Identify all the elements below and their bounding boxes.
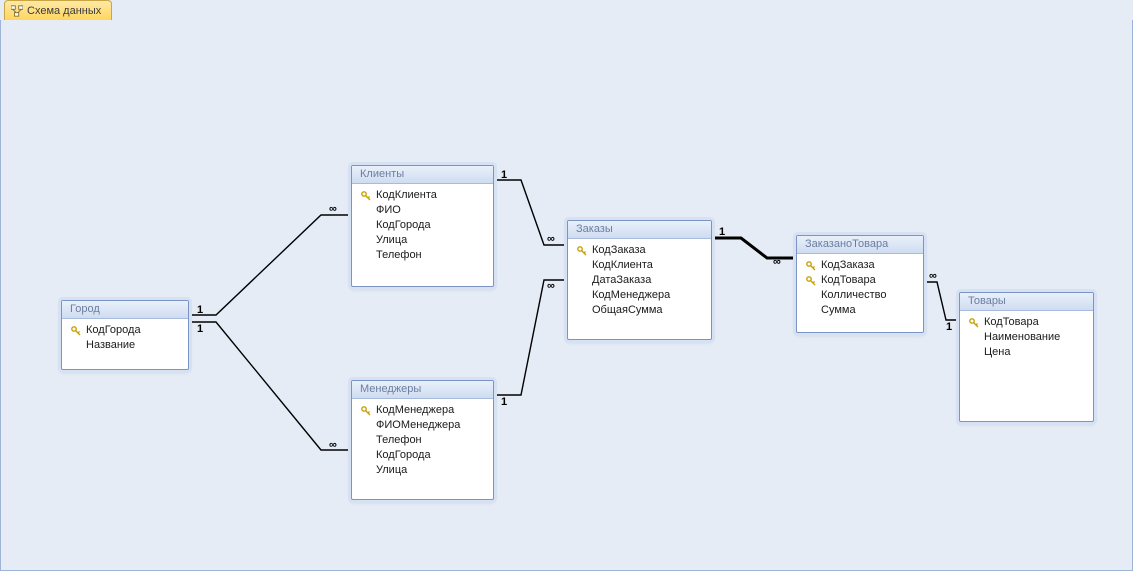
field-name: Телефон: [376, 248, 422, 263]
cardinality-label: 1: [501, 170, 507, 181]
relationship-line[interactable]: [927, 282, 956, 320]
field-row[interactable]: ФИО: [358, 203, 487, 218]
cardinality-label: ∞: [329, 204, 337, 215]
cardinality-label: 1: [197, 324, 203, 335]
field-name: КодГорода: [86, 323, 141, 338]
relationship-line[interactable]: [191, 322, 348, 450]
field-name: КодГорода: [376, 448, 431, 463]
relationship-line[interactable]: [497, 280, 564, 395]
field-list: КодМенеджераФИОМенеджераТелефонКодГорода…: [352, 399, 493, 486]
table-title[interactable]: Заказы: [568, 221, 711, 239]
field-row[interactable]: Сумма: [803, 303, 917, 318]
field-name: Улица: [376, 463, 407, 478]
tab-schema[interactable]: Схема данных: [4, 0, 112, 20]
table-managery[interactable]: МенеджерыКодМенеджераФИОМенеджераТелефон…: [351, 380, 494, 500]
table-title[interactable]: Товары: [960, 293, 1093, 311]
relationship-line[interactable]: [191, 215, 348, 315]
primary-key-icon: [360, 191, 372, 201]
table-klienty[interactable]: КлиентыКодКлиентаФИОКодГородаУлицаТелефо…: [351, 165, 494, 287]
field-row[interactable]: Улица: [358, 233, 487, 248]
field-name: Улица: [376, 233, 407, 248]
field-list: КодКлиентаФИОКодГородаУлицаТелефон: [352, 184, 493, 271]
cardinality-label: 1: [946, 322, 952, 333]
primary-key-icon: [805, 276, 817, 286]
cardinality-label: ∞: [329, 440, 337, 451]
field-row[interactable]: КодКлиента: [358, 188, 487, 203]
field-row[interactable]: Наименование: [966, 330, 1087, 345]
field-row[interactable]: КодМенеджера: [574, 288, 705, 303]
relationship-line[interactable]: [715, 238, 793, 258]
table-title[interactable]: Клиенты: [352, 166, 493, 184]
table-title[interactable]: Менеджеры: [352, 381, 493, 399]
field-row[interactable]: КодКлиента: [574, 258, 705, 273]
field-name: КодКлиента: [376, 188, 437, 203]
field-name: КодТовара: [821, 273, 876, 288]
field-row[interactable]: Цена: [966, 345, 1087, 360]
primary-key-icon: [360, 406, 372, 416]
field-name: Колличество: [821, 288, 887, 303]
field-row[interactable]: КодЗаказа: [574, 243, 705, 258]
tab-bar: Схема данных: [0, 0, 1133, 21]
table-gorod[interactable]: ГородКодГородаНазвание: [61, 300, 189, 370]
field-list: КодЗаказаКодТовараКолличествоСумма: [797, 254, 923, 326]
field-name: КодМенеджера: [376, 403, 454, 418]
cardinality-label: ∞: [547, 281, 555, 292]
table-tovary[interactable]: ТоварыКодТовараНаименованиеЦена: [959, 292, 1094, 422]
field-row[interactable]: Телефон: [358, 248, 487, 263]
field-name: Наименование: [984, 330, 1060, 345]
table-title[interactable]: Город: [62, 301, 188, 319]
field-name: КодКлиента: [592, 258, 653, 273]
field-name: Название: [86, 338, 135, 353]
field-row[interactable]: КодТовара: [966, 315, 1087, 330]
field-row[interactable]: КодГорода: [358, 218, 487, 233]
field-name: КодЗаказа: [821, 258, 875, 273]
cardinality-label: ∞: [547, 234, 555, 245]
cardinality-label: ∞: [773, 257, 781, 268]
field-name: Цена: [984, 345, 1010, 360]
cardinality-label: 1: [197, 305, 203, 316]
field-list: КодТовараНаименованиеЦена: [960, 311, 1093, 368]
field-name: ДатаЗаказа: [592, 273, 651, 288]
tab-label: Схема данных: [27, 5, 101, 17]
cardinality-label: 1: [719, 227, 725, 238]
field-row[interactable]: Название: [68, 338, 182, 353]
cardinality-label: 1: [501, 397, 507, 408]
field-row[interactable]: Улица: [358, 463, 487, 478]
field-row[interactable]: КодЗаказа: [803, 258, 917, 273]
field-row[interactable]: ДатаЗаказа: [574, 273, 705, 288]
field-row[interactable]: КодМенеджера: [358, 403, 487, 418]
field-name: Телефон: [376, 433, 422, 448]
field-row[interactable]: КодГорода: [68, 323, 182, 338]
field-name: ОбщаяСумма: [592, 303, 663, 318]
field-name: КодТовара: [984, 315, 1039, 330]
relationships-icon: [11, 5, 23, 17]
field-row[interactable]: Колличество: [803, 288, 917, 303]
primary-key-icon: [968, 318, 980, 328]
field-row[interactable]: КодГорода: [358, 448, 487, 463]
field-name: КодЗаказа: [592, 243, 646, 258]
relationships-canvas[interactable]: ГородКодГородаНазваниеКлиентыКодКлиентаФ…: [0, 20, 1133, 571]
table-zakazy[interactable]: ЗаказыКодЗаказаКодКлиентаДатаЗаказаКодМе…: [567, 220, 712, 340]
field-row[interactable]: Телефон: [358, 433, 487, 448]
field-row[interactable]: ОбщаяСумма: [574, 303, 705, 318]
field-name: ФИОМенеджера: [376, 418, 460, 433]
field-name: ФИО: [376, 203, 401, 218]
field-list: КодГородаНазвание: [62, 319, 188, 361]
field-list: КодЗаказаКодКлиентаДатаЗаказаКодМенеджер…: [568, 239, 711, 326]
field-row[interactable]: ФИОМенеджера: [358, 418, 487, 433]
primary-key-icon: [805, 261, 817, 271]
primary-key-icon: [576, 246, 588, 256]
field-name: Сумма: [821, 303, 856, 318]
table-zakazano[interactable]: ЗаказаноТовараКодЗаказаКодТовараКолличес…: [796, 235, 924, 333]
table-title[interactable]: ЗаказаноТовара: [797, 236, 923, 254]
field-name: КодГорода: [376, 218, 431, 233]
field-row[interactable]: КодТовара: [803, 273, 917, 288]
cardinality-label: ∞: [929, 271, 937, 282]
primary-key-icon: [70, 326, 82, 336]
field-name: КодМенеджера: [592, 288, 670, 303]
